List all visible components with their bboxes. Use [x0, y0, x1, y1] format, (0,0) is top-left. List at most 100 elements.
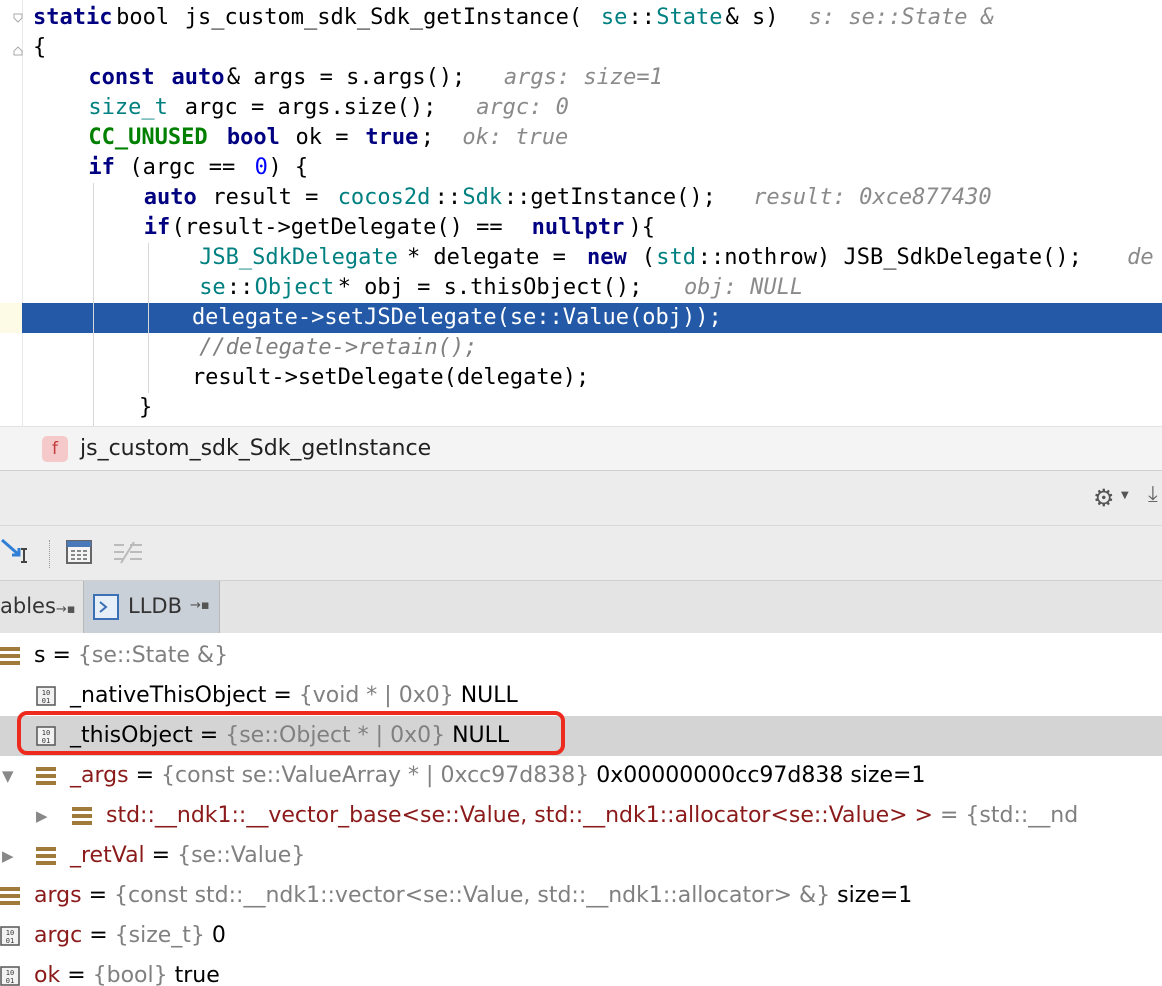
svg-text:10: 10	[6, 929, 14, 937]
code-token: ){	[628, 215, 656, 240]
variable-name: argc	[34, 923, 83, 948]
tab-variables[interactable]: ables→▪	[0, 581, 80, 633]
code-token: Sdk	[462, 185, 503, 210]
code-token: //delegate->retain();	[199, 335, 478, 360]
variable-entry: _nativeThisObject = {void * | 0x0} NULL	[70, 676, 518, 716]
variable-row[interactable]: ▶ std::__ndk1::__vector_base<se::Value, s…	[0, 796, 1162, 836]
code-token: bool	[226, 125, 280, 150]
code-token: }	[33, 395, 153, 420]
code-token: result->setDelegate(delegate);	[33, 365, 590, 390]
inline-debug-value: result: 0xce877430	[753, 185, 992, 210]
code-editor[interactable]: static bool js_custom_sdk_Sdk_getInstance…	[0, 0, 1162, 426]
struct-icon	[36, 767, 56, 785]
chevron-right-icon[interactable]: ▶	[36, 796, 48, 836]
inline-debug-value: args: size=1	[503, 65, 663, 90]
code-token: ok =	[282, 125, 362, 150]
variable-type: {bool}	[92, 963, 168, 986]
struct-icon	[36, 847, 56, 865]
variable-name: _nativeThisObject	[70, 683, 267, 708]
tab-lldb[interactable]: LLDB →▪	[83, 581, 220, 633]
debug-toolbar	[0, 525, 1162, 581]
variable-row[interactable]: s = {se::State &}	[0, 636, 1162, 676]
variable-type: = {std::__nd	[939, 803, 1079, 828]
chevron-right-icon[interactable]: ▶	[2, 836, 14, 876]
code-token: Object	[254, 275, 335, 300]
breadcrumb[interactable]: f js_custom_sdk_Sdk_getInstance	[0, 426, 1162, 471]
equals-sign: =	[144, 843, 178, 868]
code-token: auto	[143, 185, 197, 210]
code-token: se	[600, 5, 628, 30]
function-badge-icon: f	[42, 436, 68, 462]
variable-row[interactable]: 10 01 _nativeThisObject = {void * | 0x0} N…	[0, 676, 1162, 716]
variable-entry: args = {const std::__ndk1::vector<se::Va…	[34, 876, 912, 916]
variable-entry: _args = {const se::ValueArray * | 0xcc97…	[70, 756, 925, 796]
variable-row[interactable]: ▶ _retVal = {se::Value}	[0, 836, 1162, 876]
download-icon[interactable]: ⤓	[1148, 482, 1158, 507]
debug-panel-header	[0, 470, 1162, 526]
step-into-icon[interactable]	[0, 534, 34, 564]
variable-row[interactable]: 10 01 argc = {size_t} 0	[0, 916, 1162, 956]
code-token: & s)	[725, 5, 805, 30]
code-token: ) {	[268, 155, 309, 180]
code-token: ::	[628, 5, 656, 30]
code-token: ;	[420, 125, 461, 150]
variable-value: NULL	[453, 683, 518, 708]
variable-entry: s = {se::State &}	[34, 636, 228, 676]
chevron-down-icon[interactable]: ▼	[1121, 490, 1129, 501]
variable-row[interactable]: 10 01 ok = {bool} true	[0, 956, 1162, 986]
breadcrumb-function-name[interactable]: js_custom_sdk_Sdk_getInstance	[80, 427, 431, 471]
selection-callout	[17, 711, 565, 755]
tab-lldb-label: LLDB	[128, 594, 182, 618]
struct-icon	[0, 887, 20, 905]
binary-value-icon: 1001	[0, 966, 20, 986]
variable-type: {const std::__ndk1::vector<se::Value, st…	[114, 883, 831, 908]
code-token: se	[199, 275, 226, 300]
code-token: * delegate =	[406, 245, 580, 270]
inline-debug-value: de	[1127, 245, 1154, 270]
pin-icon[interactable]: →▪	[190, 581, 210, 631]
fold-marker-icon[interactable]	[13, 13, 23, 23]
fold-end-icon[interactable]	[13, 46, 23, 56]
code-token: result =	[199, 185, 332, 210]
inline-debug-value: obj: NULL	[683, 275, 804, 300]
svg-text:01: 01	[6, 937, 14, 945]
code-token: (argc ==	[116, 155, 249, 180]
code-token: nullptr	[531, 215, 625, 240]
variable-row[interactable]: ▼ _args = {const se::ValueArray * | 0xcc9…	[0, 756, 1162, 796]
equals-sign: =	[60, 963, 93, 986]
code-token: if	[143, 215, 171, 240]
binary-value-icon: 1001	[36, 686, 56, 706]
code-token: JSB_SdkDelegate	[199, 245, 398, 270]
code-token: if	[88, 155, 115, 180]
code-token: true	[365, 125, 419, 150]
table-icon[interactable]	[66, 539, 93, 566]
chevron-down-icon[interactable]: ▼	[2, 756, 14, 796]
variable-type: {size_t}	[114, 923, 205, 948]
editor-gutter[interactable]	[0, 0, 23, 426]
struct-icon	[0, 647, 20, 665]
code-token: js_custom_sdk_Sdk_getInstance(	[171, 5, 583, 30]
variable-value: 0x00000000cc97d838 size=1	[589, 763, 926, 788]
code-token: argc = args.size();	[171, 95, 463, 120]
code-token: & args = s.args();	[226, 65, 492, 90]
variable-value: true	[167, 963, 220, 986]
svg-text:10: 10	[6, 969, 14, 977]
code-token: ::	[226, 275, 254, 300]
code-token: std	[656, 245, 696, 270]
code-token: {	[33, 35, 47, 60]
variables-tree[interactable]: s = {se::State &} 10 01 _nativeThisObject =…	[0, 633, 1162, 986]
code-token: static	[33, 5, 113, 30]
console-icon	[93, 594, 119, 620]
code-token: ::nothrow) JSB_SdkDelegate();	[697, 245, 1109, 270]
equals-sign: =	[266, 683, 299, 708]
code-token: (	[628, 245, 656, 270]
pin-icon[interactable]: →▪	[56, 602, 76, 617]
variable-row[interactable]: args = {const std::__ndk1::vector<se::Va…	[0, 876, 1162, 916]
gear-icon[interactable]: ⚙	[1093, 484, 1115, 512]
frames-icon[interactable]	[112, 539, 144, 566]
